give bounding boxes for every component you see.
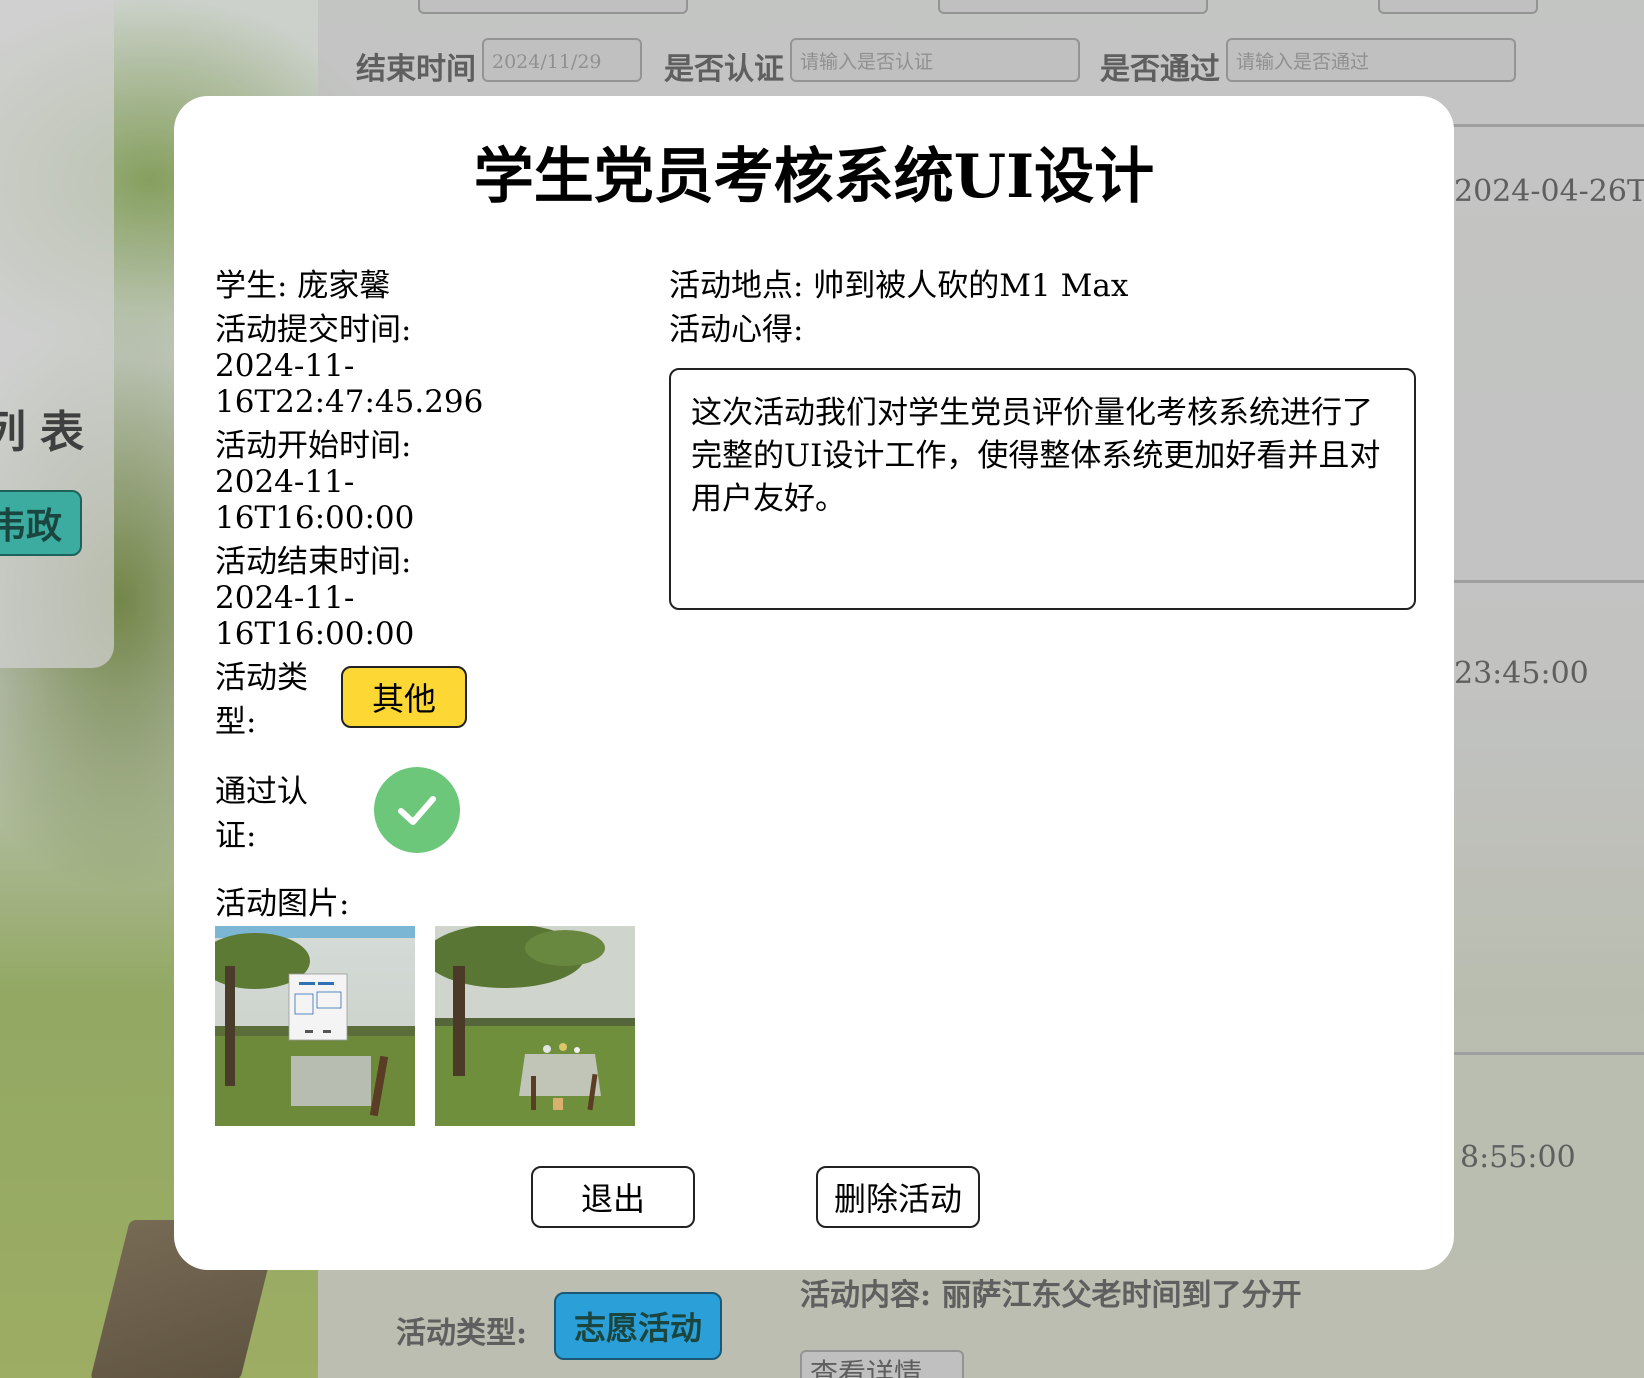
activity-type-label-line-1: 活动类: [215, 660, 308, 696]
exit-button[interactable]: 退出: [531, 1166, 695, 1228]
start-time-value-line-2: 16T16:00:00: [215, 500, 415, 536]
start-time-label: 活动开始时间:: [215, 428, 412, 464]
certified-label-line-1: 通过认: [215, 774, 308, 810]
activity-reflection-text: 这次活动我们对学生党员评价量化考核系统进行了完整的UI设计工作，使得整体系统更加…: [669, 368, 1416, 610]
submit-time-label: 活动提交时间:: [215, 312, 412, 348]
start-time-value-line-1: 2024-11-: [215, 464, 355, 500]
delete-activity-button[interactable]: 删除活动: [816, 1166, 980, 1228]
end-time-value-line-1: 2024-11-: [215, 580, 355, 616]
end-time-value-line-2: 16T16:00:00: [215, 616, 415, 652]
student-name: 学生: 庞家馨: [215, 268, 391, 304]
activity-type-label-line-2: 型:: [215, 704, 257, 740]
activity-image-1[interactable]: [215, 926, 415, 1126]
activity-location: 活动地点: 帅到被人砍的M1 Max: [669, 268, 1129, 304]
activity-type-badge: 其他: [341, 666, 467, 728]
checkmark-icon: [374, 767, 460, 853]
end-time-label: 活动结束时间:: [215, 544, 412, 580]
modal-title: 学生党员考核系统UI设计: [473, 142, 1155, 212]
activity-image-2[interactable]: [435, 926, 635, 1126]
activity-images-label: 活动图片:: [215, 886, 350, 922]
activity-reflection-label: 活动心得:: [669, 312, 804, 348]
certified-label-line-2: 证:: [215, 818, 257, 854]
submit-time-value-line-1: 2024-11-: [215, 348, 355, 384]
submit-time-value-line-2: 16T22:47:45.296: [215, 384, 484, 420]
activity-detail-modal: 学生党员考核系统UI设计 学生: 庞家馨 活动提交时间: 2024-11- 16…: [174, 96, 1454, 1270]
